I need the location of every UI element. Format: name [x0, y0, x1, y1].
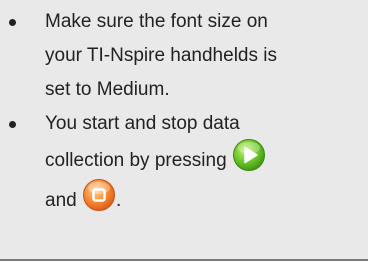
- bullet-text: collection by pressing: [45, 150, 227, 171]
- bullet-line: set to Medium.: [45, 79, 170, 100]
- bullet-font-size: Make sure the font size on your TI-Nspir…: [0, 5, 368, 107]
- orange-stop-button-icon: [82, 178, 116, 212]
- bullet-dot: [9, 121, 16, 128]
- bullet-text: .: [115, 190, 122, 211]
- slide-panel: Make sure the font size on your TI-Nspir…: [0, 0, 368, 259]
- bullet-line: your TI-Nspire handhelds is: [45, 45, 277, 66]
- divider: [0, 259, 368, 261]
- bullet-text: and: [45, 190, 77, 211]
- bullet-data-collection: You start and stop data collection by pr…: [0, 107, 368, 221]
- bullet-line: collection by pressing: [45, 138, 368, 181]
- bullet-dot: [9, 19, 16, 26]
- green-play-button-icon: [232, 138, 266, 172]
- bullet-line: You start and stop data: [45, 113, 240, 134]
- bullet-line: Make sure the font size on: [45, 11, 268, 32]
- bullet-line: and .: [45, 178, 368, 221]
- instruction-list: Make sure the font size on your TI-Nspir…: [0, 0, 368, 221]
